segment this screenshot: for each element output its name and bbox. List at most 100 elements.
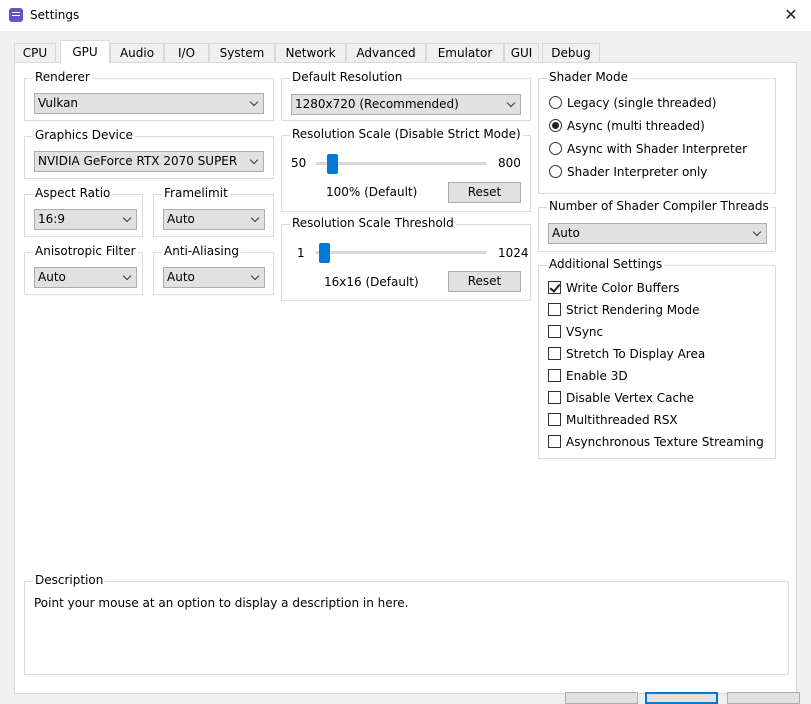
resolution-threshold-track[interactable] xyxy=(316,251,486,254)
additional-option-label: Stretch To Display Area xyxy=(566,347,706,361)
graphics-device-value: NVIDIA GeForce RTX 2070 SUPER xyxy=(38,154,238,168)
additional-option-label: Asynchronous Texture Streaming xyxy=(566,435,764,449)
resolution-scale-value: 100% (Default) xyxy=(326,185,418,199)
radio-button[interactable] xyxy=(549,119,562,132)
checkbox[interactable] xyxy=(548,281,561,294)
renderer-title: Renderer xyxy=(33,70,92,84)
aspect-ratio-select[interactable]: 16:9 xyxy=(34,209,137,230)
default-resolution-group: Default Resolution 1280x720 (Recommended… xyxy=(281,70,531,121)
resolution-threshold-title: Resolution Scale Threshold xyxy=(290,216,456,230)
resolution-scale-reset-button[interactable]: Reset xyxy=(448,182,521,203)
resolution-threshold-group: Resolution Scale Threshold 1 1024 16x16 … xyxy=(281,216,531,301)
chevron-down-icon xyxy=(122,271,132,281)
radio-button[interactable] xyxy=(549,96,562,109)
tab-gui[interactable]: GUI xyxy=(504,43,539,63)
aspect-ratio-value: 16:9 xyxy=(38,212,65,226)
tab-cpu[interactable]: CPU xyxy=(14,43,56,63)
resolution-threshold-reset-button[interactable]: Reset xyxy=(448,271,521,292)
anisotropic-filter-select[interactable]: Auto xyxy=(34,267,137,288)
chevron-down-icon xyxy=(249,155,259,165)
additional-option-label: Write Color Buffers xyxy=(566,281,680,295)
additional-option-label: Strict Rendering Mode xyxy=(566,303,700,317)
radio-button[interactable] xyxy=(549,165,562,178)
description-group: Description Point your mouse at an optio… xyxy=(24,573,789,675)
tab-emulator[interactable]: Emulator xyxy=(426,43,504,63)
resolution-scale-title: Resolution Scale (Disable Strict Mode) xyxy=(290,127,523,141)
checkbox[interactable] xyxy=(548,325,561,338)
graphics-device-group: Graphics Device NVIDIA GeForce RTX 2070 … xyxy=(24,128,274,179)
resolution-threshold-value: 16x16 (Default) xyxy=(324,275,419,289)
aspect-ratio-title: Aspect Ratio xyxy=(33,186,113,200)
shader-mode-option-label: Legacy (single threaded) xyxy=(567,96,717,110)
shader-threads-group: Number of Shader Compiler Threads Auto xyxy=(538,199,776,252)
framelimit-select[interactable]: Auto xyxy=(163,209,265,230)
chevron-down-icon xyxy=(250,271,260,281)
additional-option-label: Enable 3D xyxy=(566,369,628,383)
additional-option-label: Multithreaded RSX xyxy=(566,413,678,427)
renderer-group: Renderer Vulkan xyxy=(24,70,274,121)
resolution-threshold-slider-handle[interactable] xyxy=(319,243,331,263)
framelimit-value: Auto xyxy=(167,212,195,226)
default-resolution-value: 1280x720 (Recommended) xyxy=(295,97,459,111)
renderer-value: Vulkan xyxy=(38,96,79,110)
renderer-select[interactable]: Vulkan xyxy=(34,93,264,114)
anisotropic-filter-value: Auto xyxy=(38,270,66,284)
radio-button[interactable] xyxy=(549,142,562,155)
chevron-down-icon xyxy=(752,227,762,237)
checkbox[interactable] xyxy=(548,369,561,382)
anti-aliasing-group: Anti-Aliasing Auto xyxy=(153,244,274,295)
checkbox[interactable] xyxy=(548,413,561,426)
chevron-down-icon xyxy=(249,97,259,107)
aspect-ratio-group: Aspect Ratio 16:9 xyxy=(24,186,143,237)
tab-debug[interactable]: Debug xyxy=(542,43,600,63)
shader-threads-title: Number of Shader Compiler Threads xyxy=(547,199,771,213)
anti-aliasing-select[interactable]: Auto xyxy=(163,267,265,288)
additional-option-label: Disable Vertex Cache xyxy=(566,391,695,405)
tab-audio[interactable]: Audio xyxy=(110,43,164,63)
checkbox[interactable] xyxy=(548,303,561,316)
graphics-device-title: Graphics Device xyxy=(33,128,135,142)
default-resolution-select[interactable]: 1280x720 (Recommended) xyxy=(291,94,521,115)
title-bar: Settings ✕ xyxy=(0,0,811,31)
shader-mode-option-label: Async with Shader Interpreter xyxy=(567,142,748,156)
additional-settings-title: Additional Settings xyxy=(547,257,665,271)
framelimit-title: Framelimit xyxy=(162,186,230,200)
resolution-scale-track[interactable] xyxy=(316,162,486,165)
resolution-scale-max: 800 xyxy=(498,156,521,170)
resolution-scale-min: 50 xyxy=(291,156,307,170)
shader-mode-title: Shader Mode xyxy=(547,70,631,84)
default-resolution-title: Default Resolution xyxy=(290,70,405,84)
resolution-scale-group: Resolution Scale (Disable Strict Mode) 5… xyxy=(281,127,531,212)
checkbox[interactable] xyxy=(548,435,561,448)
anti-aliasing-title: Anti-Aliasing xyxy=(162,244,241,258)
tab-gpu[interactable]: GPU xyxy=(60,40,110,64)
window-title: Settings xyxy=(30,8,80,22)
description-title: Description xyxy=(33,573,106,587)
app-icon xyxy=(9,8,23,22)
graphics-device-select[interactable]: NVIDIA GeForce RTX 2070 SUPER xyxy=(34,151,264,172)
checkbox[interactable] xyxy=(548,391,561,404)
shader-mode-group: Shader Mode Legacy (single threaded) Asy… xyxy=(538,70,776,194)
tab-system[interactable]: System xyxy=(209,43,275,63)
tab-network[interactable]: Network xyxy=(275,43,346,63)
close-button[interactable]: ✕ xyxy=(771,0,811,31)
description-text: Point your mouse at an option to display… xyxy=(34,596,409,610)
bottom-button[interactable] xyxy=(727,692,800,704)
shader-threads-value: Auto xyxy=(552,226,580,240)
gpu-panel: Renderer Vulkan Graphics Device NVIDIA G… xyxy=(14,62,797,694)
tab-io[interactable]: I/O xyxy=(164,43,209,63)
tab-advanced[interactable]: Advanced xyxy=(346,43,426,63)
anti-aliasing-value: Auto xyxy=(167,270,195,284)
anisotropic-filter-group: Anisotropic Filter Auto xyxy=(24,244,143,295)
chevron-down-icon xyxy=(250,213,260,223)
bottom-button[interactable] xyxy=(565,692,638,704)
shader-mode-option-label: Shader Interpreter only xyxy=(567,165,708,179)
bottom-primary-button[interactable] xyxy=(645,692,718,704)
resolution-threshold-max: 1024 xyxy=(498,246,529,260)
resolution-threshold-min: 1 xyxy=(297,246,305,260)
additional-settings-group: Additional Settings Write Color Buffers … xyxy=(538,257,776,459)
shader-threads-select[interactable]: Auto xyxy=(548,223,767,244)
checkbox[interactable] xyxy=(548,347,561,360)
shader-mode-option-label: Async (multi threaded) xyxy=(567,119,705,133)
resolution-scale-slider-handle[interactable] xyxy=(327,154,339,174)
